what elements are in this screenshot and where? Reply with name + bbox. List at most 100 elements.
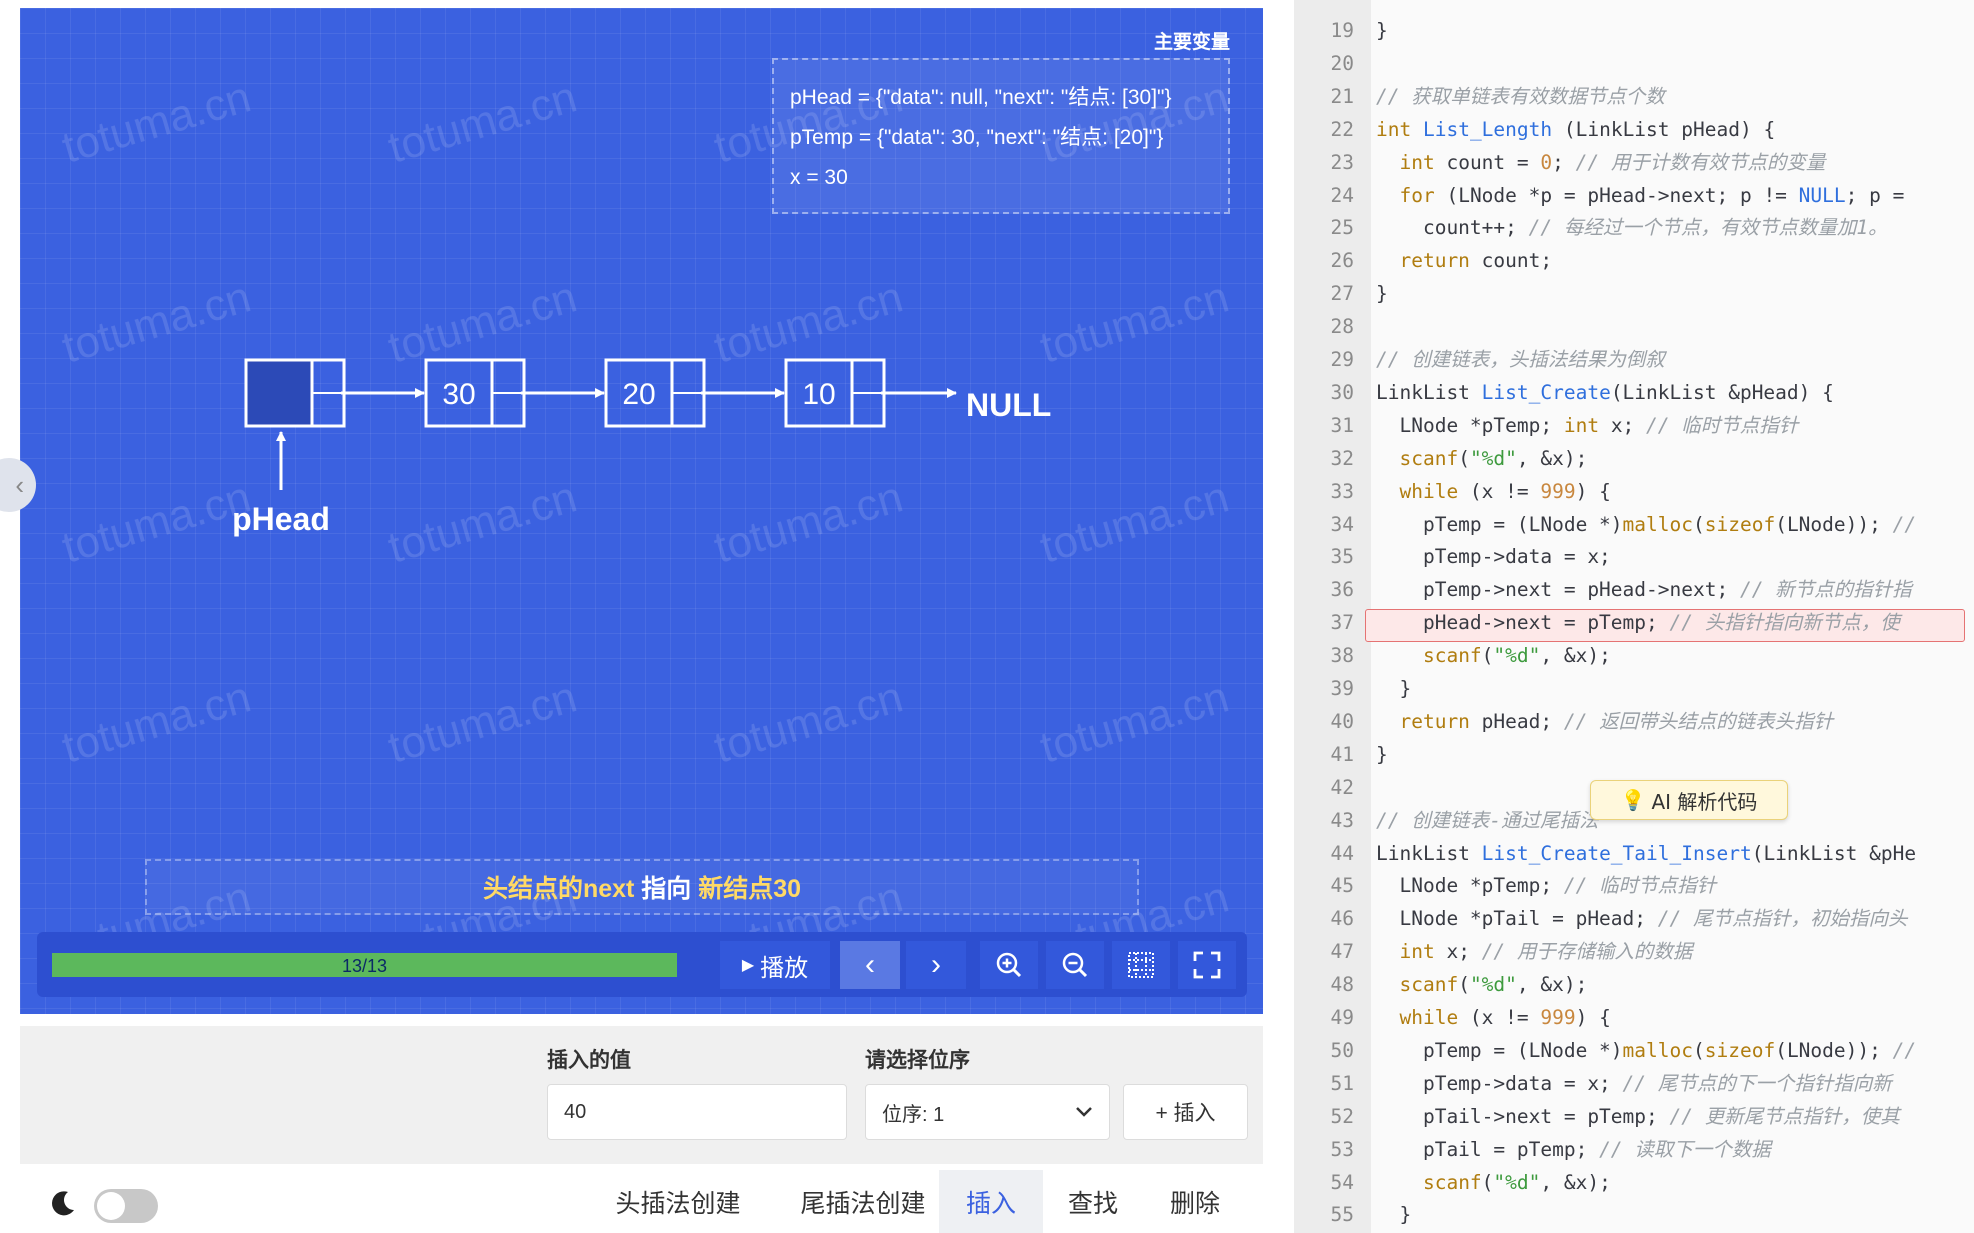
node-value: 10 (802, 378, 835, 411)
node-data-cell (244, 358, 314, 428)
line-number: 19 (1330, 19, 1354, 42)
code-token: pTemp->data = x; (1376, 1071, 1623, 1095)
code-token: } (1376, 677, 1412, 700)
code-line: 20 (1294, 47, 1974, 80)
code-token: List_Length (1422, 117, 1553, 141)
code-line: 31 LNode *pTemp; int x; // 临时节点指针 (1294, 409, 1974, 442)
play-button[interactable]: ▶ 播放 (720, 941, 830, 989)
code-token: NULL (1798, 183, 1846, 207)
node-value: 20 (622, 378, 655, 411)
code-token: ) { (1575, 479, 1611, 503)
code-token: // 用于计数有效节点的变量 (1575, 150, 1826, 174)
tab-4[interactable]: 删除 (1145, 1170, 1245, 1233)
code-text: pTail = pTemp; // 读取下一个数据 (1376, 1133, 1771, 1166)
code-line: 25 count++; // 每经过一个节点，有效节点数量加1。 (1294, 211, 1974, 244)
fullscreen-icon (1193, 951, 1221, 979)
code-token: count; (1469, 249, 1553, 273)
code-token: (LinkList &pHe (1751, 841, 1917, 865)
code-text: while (x != 999) { (1376, 1001, 1610, 1034)
code-token: "%d" (1493, 1170, 1541, 1194)
code-viewer[interactable]: 19} 20 21 // 获取单链表有效数据节点个数 22 int List_Length… (1294, 0, 1974, 1233)
prev-step-button[interactable]: ‹ (840, 941, 900, 989)
code-line: 44 LinkList List_Create_Tail_Insert(LinkL… (1294, 837, 1974, 870)
dark-mode-toggle[interactable] (94, 1189, 158, 1223)
code-token: LNode *pTemp; (1376, 874, 1564, 898)
code-token: sizeof (1704, 1038, 1776, 1062)
code-token: // 尾节点的下一个指针指向新 (1622, 1071, 1892, 1095)
value-label: 插入的值 (547, 1049, 631, 1072)
code-line: 26 return count; (1294, 244, 1974, 277)
code-text: // 创建链表-通过尾插法 (1376, 804, 1598, 837)
code-token: pTemp = (LNode *) (1376, 1038, 1623, 1062)
code-text: return pHead; // 返回带头结点的链表头指针 (1376, 705, 1833, 738)
progress-bar[interactable]: 13/13 (52, 953, 677, 977)
code-text: while (x != 999) { (1376, 475, 1611, 508)
code-token: ( (1458, 446, 1470, 470)
line-number: 33 (1330, 479, 1354, 503)
code-text: pTemp = (LNode *)malloc(sizeof(LNode)); … (1376, 1034, 1916, 1067)
null-label: NULL (966, 387, 1051, 423)
code-token: // 头指针指向新节点，使 (1669, 611, 1900, 635)
grid-toggle-button[interactable] (1112, 941, 1170, 989)
insert-value-input[interactable] (547, 1084, 847, 1140)
code-token: int (1563, 413, 1600, 437)
code-token: LNode *pTemp; (1376, 413, 1564, 437)
line-number: 21 (1330, 84, 1354, 108)
code-line: 24 for (LNode *p = pHead->next; p != NUL… (1294, 179, 1974, 212)
bottom-toolbar: 头插法创建 尾插法创建 插入 查找 删除 (20, 1170, 1263, 1233)
tab-2[interactable]: 插入 (939, 1170, 1043, 1233)
zoom-in-button[interactable] (980, 941, 1038, 989)
code-token: ( (1481, 644, 1494, 668)
code-line: 55 } (1294, 1198, 1974, 1231)
line-number: 29 (1330, 348, 1354, 371)
zoom-out-button[interactable] (1046, 941, 1104, 989)
code-token: ( (1693, 512, 1705, 536)
code-token: scanf (1422, 644, 1482, 668)
code-line: 41} (1294, 738, 1974, 771)
code-token: // (1892, 1038, 1917, 1062)
tab-0[interactable]: 头插法创建 (594, 1170, 762, 1233)
caption-part: 新结点30 (698, 875, 802, 903)
line-number: 50 (1330, 1038, 1354, 1062)
node-value: 30 (442, 378, 475, 411)
fullscreen-button[interactable] (1178, 941, 1236, 989)
code-line: 40 return pHead; // 返回带头结点的链表头指针 (1294, 705, 1974, 738)
tab-1[interactable]: 尾插法创建 (779, 1170, 947, 1233)
code-token: malloc (1622, 1038, 1693, 1062)
code-token: } (1376, 1203, 1412, 1227)
position-select[interactable]: 位序: 1 (865, 1084, 1110, 1140)
code-token: scanf (1422, 1170, 1482, 1194)
code-line: 54 scanf("%d", &x); (1294, 1166, 1974, 1199)
code-token: // 创建链表-通过尾插法 (1376, 808, 1599, 832)
next-step-button[interactable]: › (906, 941, 966, 989)
code-line: 52 pTail->next = pTemp; // 更新尾节点指针，使其 (1294, 1100, 1974, 1133)
code-token: int (1376, 117, 1412, 141)
chevron-left-icon: ‹ (865, 948, 875, 981)
chevron-down-icon (1076, 1107, 1092, 1117)
code-text: int List_Length (LinkList pHead) { (1376, 113, 1775, 146)
ai-explain-code-button[interactable]: 💡 AI 解析代码 (1590, 780, 1788, 820)
toggle-knob (97, 1192, 125, 1220)
code-line: 39 } (1294, 672, 1974, 705)
tab-3[interactable]: 查找 (1043, 1170, 1143, 1233)
code-line: 30 LinkList List_Create(LinkList &pHead) … (1294, 376, 1974, 409)
line-number: 52 (1330, 1104, 1354, 1128)
visualization-canvas[interactable]: totuma.cn totuma.cn totuma.cn totuma.cn totu… (20, 8, 1263, 1014)
code-text: int x; // 用于存储输入的数据 (1376, 935, 1692, 968)
insert-button[interactable]: + 插入 (1123, 1084, 1248, 1140)
caption-part: 指向 (634, 875, 699, 903)
code-text: scanf("%d", &x); (1376, 968, 1587, 1001)
code-token: // 用于存储输入的数据 (1481, 940, 1693, 964)
code-token: "%d" (1493, 644, 1541, 668)
code-line: 48 scanf("%d", &x); (1294, 968, 1974, 1001)
code-text: pTail->next = pTemp; // 更新尾节点指针，使其 (1376, 1100, 1900, 1133)
grid-icon (1128, 952, 1154, 978)
code-token: ; (1552, 150, 1576, 174)
code-token: // 临时节点指针 (1563, 874, 1717, 898)
code-token: (LNode)); (1775, 1038, 1893, 1062)
